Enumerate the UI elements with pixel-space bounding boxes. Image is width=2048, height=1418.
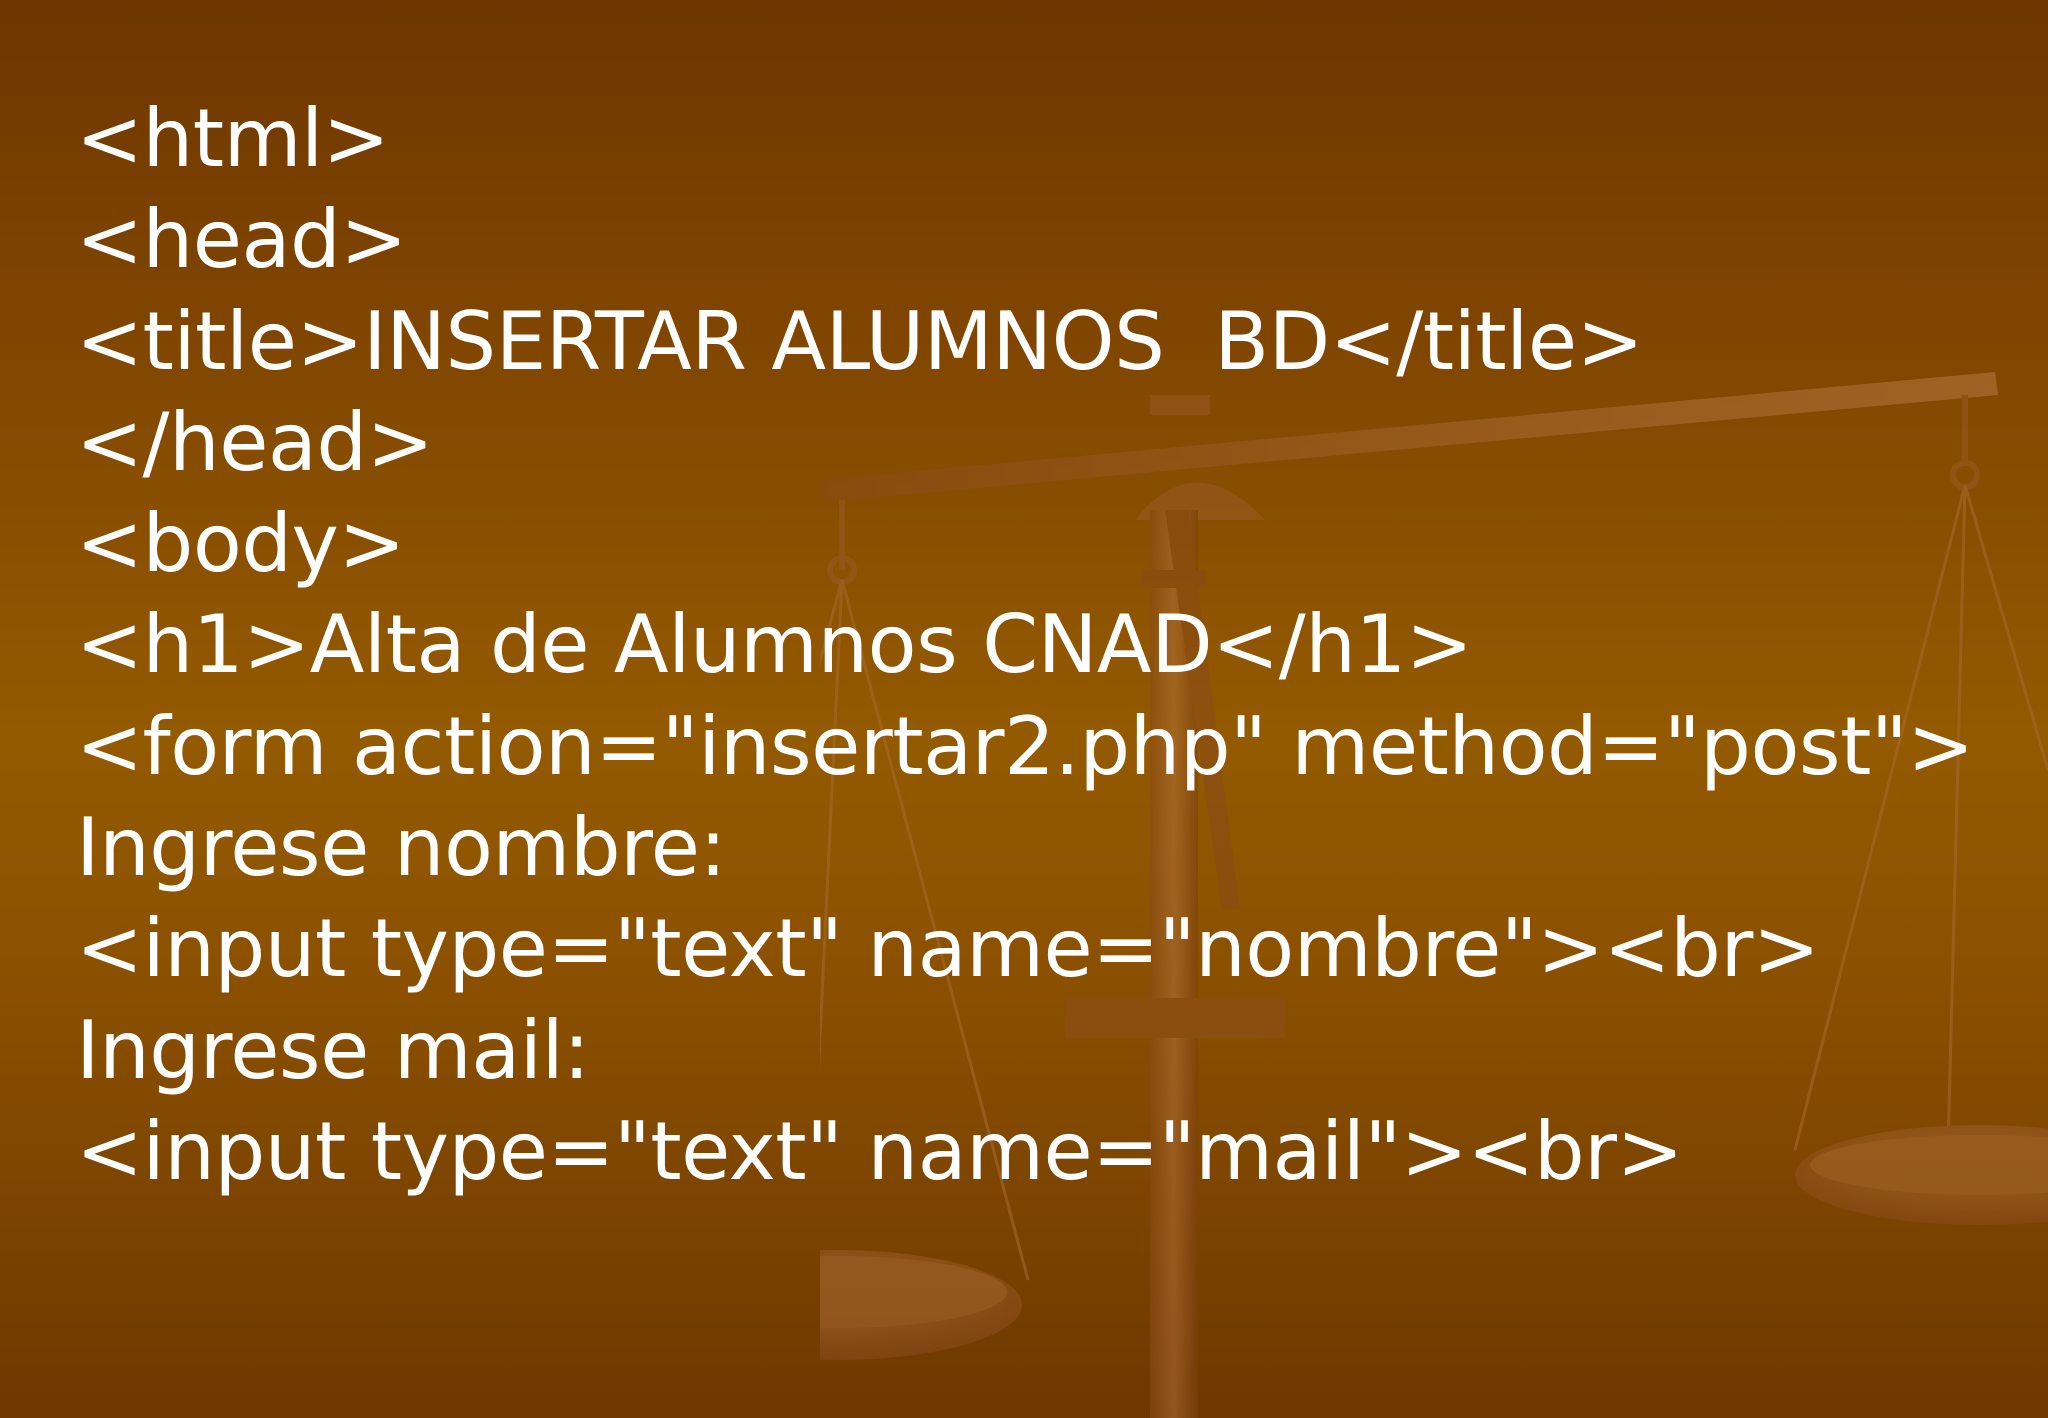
- code-line-head-open: <head>: [76, 193, 407, 287]
- code-line-nombre-label: Ingrese nombre:: [76, 801, 726, 895]
- code-listing: <html> <head> <title>INSERTAR ALUMNOS BD…: [76, 88, 1974, 1202]
- code-line-nombre-input: <input type="text" name="nombre"><br>: [76, 902, 1820, 996]
- code-line-html-open: <html>: [76, 92, 390, 185]
- code-line-mail-label: Ingrese mail:: [76, 1003, 590, 1097]
- code-line-mail-input: <input type="text" name="mail"><br>: [76, 1104, 1684, 1198]
- slide: <html> <head> <title>INSERTAR ALUMNOS BD…: [0, 0, 2048, 1418]
- code-line-form: <form action="insertar2.php" method="pos…: [76, 699, 1974, 793]
- code-line-body-open: <body>: [76, 497, 405, 591]
- code-line-head-close: </head>: [76, 395, 434, 489]
- code-line-title: <title>INSERTAR ALUMNOS BD</title>: [76, 294, 1644, 388]
- code-line-heading: <h1>Alta de Alumnos CNAD</h1>: [76, 598, 1473, 692]
